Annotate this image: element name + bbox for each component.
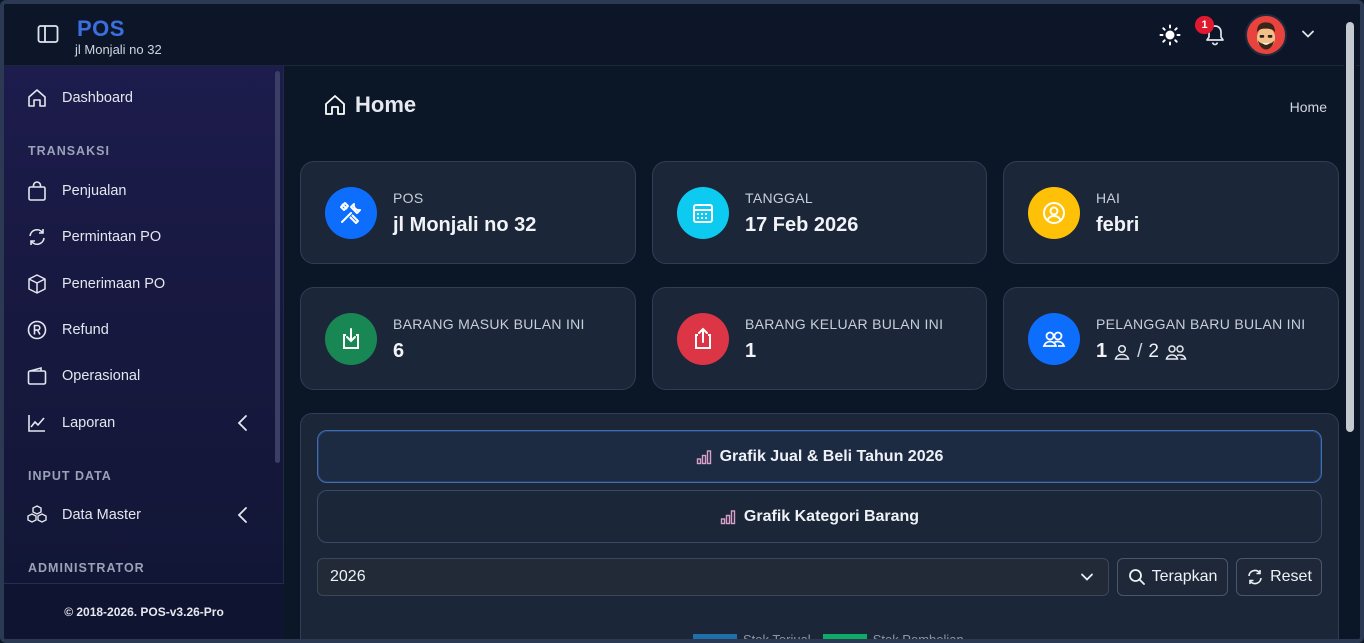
apply-button-label: Terapkan (1151, 568, 1218, 585)
new-customer-count: 1 (1096, 340, 1108, 362)
apply-button[interactable]: Terapkan (1117, 558, 1228, 596)
card-value: 6 (393, 340, 405, 362)
bar-chart-icon (696, 449, 711, 464)
calendar-icon (677, 187, 729, 239)
card-label: BARANG KELUAR BULAN INI (745, 316, 944, 332)
info-card-barang-keluar: BARANG KELUAR BULAN INI 1 (652, 287, 987, 390)
breadcrumb[interactable]: Home (1290, 99, 1327, 115)
sidebar-item-operasional[interactable]: Operasional (4, 356, 274, 396)
card-value: 17 Feb 2026 (745, 214, 859, 236)
info-card-pelanggan-baru: PELANGGAN BARU BULAN INI 1 / 2 (1003, 287, 1339, 390)
legend-label: Stok Pembelian (872, 632, 964, 643)
download-icon (325, 313, 377, 365)
accordion-grafik-jual-beli[interactable]: Grafik Jual & Beli Tahun 2026 (317, 430, 1322, 483)
legend-swatch-pembelian (822, 633, 867, 639)
sidebar-item-label: Penerimaan PO (62, 276, 166, 292)
home-icon (26, 87, 48, 109)
sidebar-item-label: Refund (62, 322, 109, 338)
brand-subtitle: jl Monjali no 32 (75, 42, 162, 57)
chevron-left-icon (236, 506, 250, 524)
person-icon (1114, 344, 1130, 360)
sidebar-item-permintaan-po[interactable]: Permintaan PO (4, 217, 274, 257)
card-value: jl Monjali no 32 (393, 214, 537, 236)
card-label: POS (393, 190, 424, 206)
year-select-value: 2026 (330, 568, 366, 585)
accordion-grafik-kategori[interactable]: Grafik Kategori Barang (317, 490, 1322, 543)
reset-button[interactable]: Reset (1236, 558, 1322, 596)
main-content: Home Home POS jl Monjali no 32 TANGGAL 1… (285, 66, 1348, 639)
line-chart-icon (26, 412, 48, 434)
top-navbar: POS jl Monjali no 32 1 (4, 4, 1360, 66)
accordion-title: Grafik Jual & Beli Tahun 2026 (719, 447, 944, 465)
sidebar-scrollbar[interactable] (275, 71, 280, 463)
reset-button-label: Reset (1270, 568, 1312, 585)
sun-icon[interactable] (1159, 24, 1181, 46)
sidebar-item-laporan[interactable]: Laporan (4, 403, 274, 443)
chevron-down-icon[interactable] (1300, 26, 1316, 42)
legend-label: Stok Terjual (743, 632, 811, 643)
sidebar: Dashboard TRANSAKSI Penjualan Permintaan… (4, 66, 284, 639)
info-card-pos: POS jl Monjali no 32 (300, 161, 636, 264)
total-customer-count: 2 (1148, 340, 1159, 362)
card-label: HAI (1096, 190, 1121, 206)
sidebar-item-penjualan[interactable]: Penjualan (4, 171, 274, 211)
card-label: TANGGAL (745, 190, 813, 206)
card-value: febri (1096, 214, 1140, 236)
chevron-left-icon (236, 414, 250, 432)
avatar[interactable] (1245, 14, 1287, 56)
chart-legend: Stok Terjual Stok Pembelian (693, 632, 964, 643)
boxes-icon (26, 504, 48, 526)
card-value: 1 (745, 340, 757, 362)
upload-icon (677, 313, 729, 365)
registered-icon (26, 319, 48, 341)
sidebar-item-label: Operasional (62, 368, 141, 384)
sidebar-heading-administrator: ADMINISTRATOR (28, 561, 145, 575)
value-separator: / (1137, 340, 1143, 362)
people-icon (1028, 313, 1080, 365)
sidebar-item-label: Laporan (62, 415, 116, 431)
year-select[interactable]: 2026 (317, 558, 1109, 596)
brand-title[interactable]: POS (77, 16, 125, 42)
home-icon (325, 95, 345, 115)
page-scrollbar[interactable] (1344, 22, 1356, 639)
refresh-icon (1248, 569, 1262, 585)
bar-chart-icon (720, 509, 736, 524)
sidebar-item-data-master[interactable]: Data Master (4, 495, 274, 535)
legend-swatch-terjual (693, 633, 737, 639)
search-icon (1128, 569, 1145, 585)
user-circle-icon (1028, 187, 1080, 239)
sidebar-item-refund[interactable]: Refund (4, 310, 274, 350)
sidebar-item-label: Permintaan PO (62, 229, 162, 245)
page-scrollbar-thumb[interactable] (1346, 22, 1354, 432)
info-card-hai: HAI febri (1003, 161, 1339, 264)
sidebar-item-label: Penjualan (62, 183, 127, 199)
tools-icon (325, 187, 377, 239)
card-value: 1 / 2 (1096, 340, 1187, 363)
info-card-barang-masuk: BARANG MASUK BULAN INI 6 (300, 287, 636, 390)
refresh-icon (26, 226, 48, 248)
shopping-bag-icon (26, 180, 48, 202)
sidebar-heading-input-data: INPUT DATA (28, 469, 112, 483)
sidebar-item-label: Dashboard (62, 90, 133, 106)
box-icon (26, 273, 48, 295)
sidebar-footer: © 2018-2026. POS-v3.26-Pro (4, 583, 284, 639)
page-title: Home (323, 92, 416, 118)
app-window: POS jl Monjali no 32 1 Dashboard TRANSAK… (0, 0, 1364, 643)
page-title-text: Home (355, 92, 417, 117)
sidebar-item-penerimaan-po[interactable]: Penerimaan PO (4, 264, 274, 304)
sidebar-item-dashboard[interactable]: Dashboard (4, 78, 274, 118)
chevron-down-icon (1081, 573, 1093, 581)
sidebar-item-label: Data Master (62, 507, 141, 523)
chart-panel: Grafik Jual & Beli Tahun 2026 Grafik Kat… (300, 413, 1339, 643)
notification-badge: 1 (1195, 16, 1214, 34)
accordion-title: Grafik Kategori Barang (743, 507, 920, 525)
sidebar-heading-transaksi: TRANSAKSI (28, 144, 110, 158)
wallet-icon (26, 365, 48, 387)
people-icon (1165, 344, 1187, 360)
card-label: BARANG MASUK BULAN INI (393, 316, 585, 332)
info-card-tanggal: TANGGAL 17 Feb 2026 (652, 161, 987, 264)
sidebar-toggle-icon[interactable] (37, 24, 59, 44)
card-label: PELANGGAN BARU BULAN INI (1096, 316, 1306, 332)
